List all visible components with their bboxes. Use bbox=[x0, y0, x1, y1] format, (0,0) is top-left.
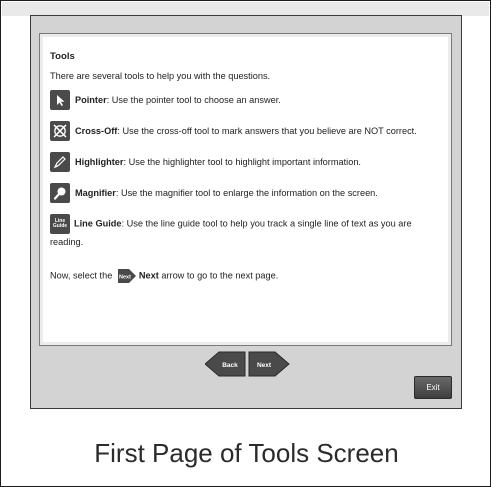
tool-desc-magnifier: : Use the magnifier tool to enlarge the … bbox=[115, 188, 378, 198]
tool-name-cross-off: Cross-Off bbox=[75, 126, 118, 136]
next-instruction-prefix: Now, select the bbox=[50, 270, 115, 281]
back-button[interactable]: Back bbox=[205, 351, 247, 377]
line-guide-icon: Line Guide bbox=[50, 214, 70, 234]
cross-off-icon bbox=[50, 121, 70, 141]
next-arrow-inline-label: Next bbox=[119, 275, 131, 281]
magnifier-icon bbox=[50, 183, 70, 203]
tool-row-pointer: Pointer: Use the pointer tool to choose … bbox=[50, 90, 443, 110]
back-button-label: Back bbox=[222, 362, 238, 369]
tool-desc-cross-off: : Use the cross-off tool to mark answers… bbox=[117, 126, 417, 136]
next-arrow-inline-icon: Next bbox=[117, 266, 137, 286]
exit-button[interactable]: Exit bbox=[414, 376, 452, 399]
next-button[interactable]: Next bbox=[248, 351, 290, 377]
next-instruction-bold: Next bbox=[138, 270, 159, 281]
line-guide-icon-text-guide: Guide bbox=[52, 223, 68, 229]
pointer-icon bbox=[50, 90, 70, 110]
next-instruction: Now, select the Next Next arrow to go to … bbox=[50, 266, 443, 286]
tools-content-panel: Tools There are several tools to help yo… bbox=[39, 33, 452, 346]
navigation-buttons: Back Next bbox=[205, 351, 290, 377]
tool-name-pointer: Pointer bbox=[75, 95, 107, 105]
caption: First Page of Tools Screen bbox=[94, 438, 399, 468]
tool-name-line-guide: Line Guide bbox=[74, 218, 122, 229]
tools-intro-text: There are several tools to help you with… bbox=[50, 71, 271, 81]
tool-desc-highlighter: : Use the highlighter tool to highlight … bbox=[123, 157, 361, 167]
tool-row-line-guide: Line Guide Line Guide: Use the line guid… bbox=[50, 214, 443, 250]
tool-row-highlighter: Highlighter: Use the highlighter tool to… bbox=[50, 152, 443, 172]
tool-name-highlighter: Highlighter bbox=[75, 157, 124, 167]
tool-name-magnifier: Magnifier bbox=[75, 188, 116, 198]
next-instruction-suffix: arrow to go to the next page. bbox=[158, 270, 279, 281]
screen-frame: Tools There are several tools to help yo… bbox=[0, 0, 491, 487]
test-window: Tools There are several tools to help yo… bbox=[30, 15, 462, 409]
top-strip bbox=[2, 2, 489, 16]
tools-heading: Tools bbox=[50, 51, 75, 62]
tool-row-magnifier: Magnifier: Use the magnifier tool to enl… bbox=[50, 183, 443, 203]
tool-desc-pointer: : Use the pointer tool to choose an answ… bbox=[106, 95, 281, 105]
highlighter-icon bbox=[50, 152, 70, 172]
next-button-label: Next bbox=[257, 362, 272, 369]
tool-row-cross-off: Cross-Off: Use the cross-off tool to mar… bbox=[50, 121, 443, 141]
